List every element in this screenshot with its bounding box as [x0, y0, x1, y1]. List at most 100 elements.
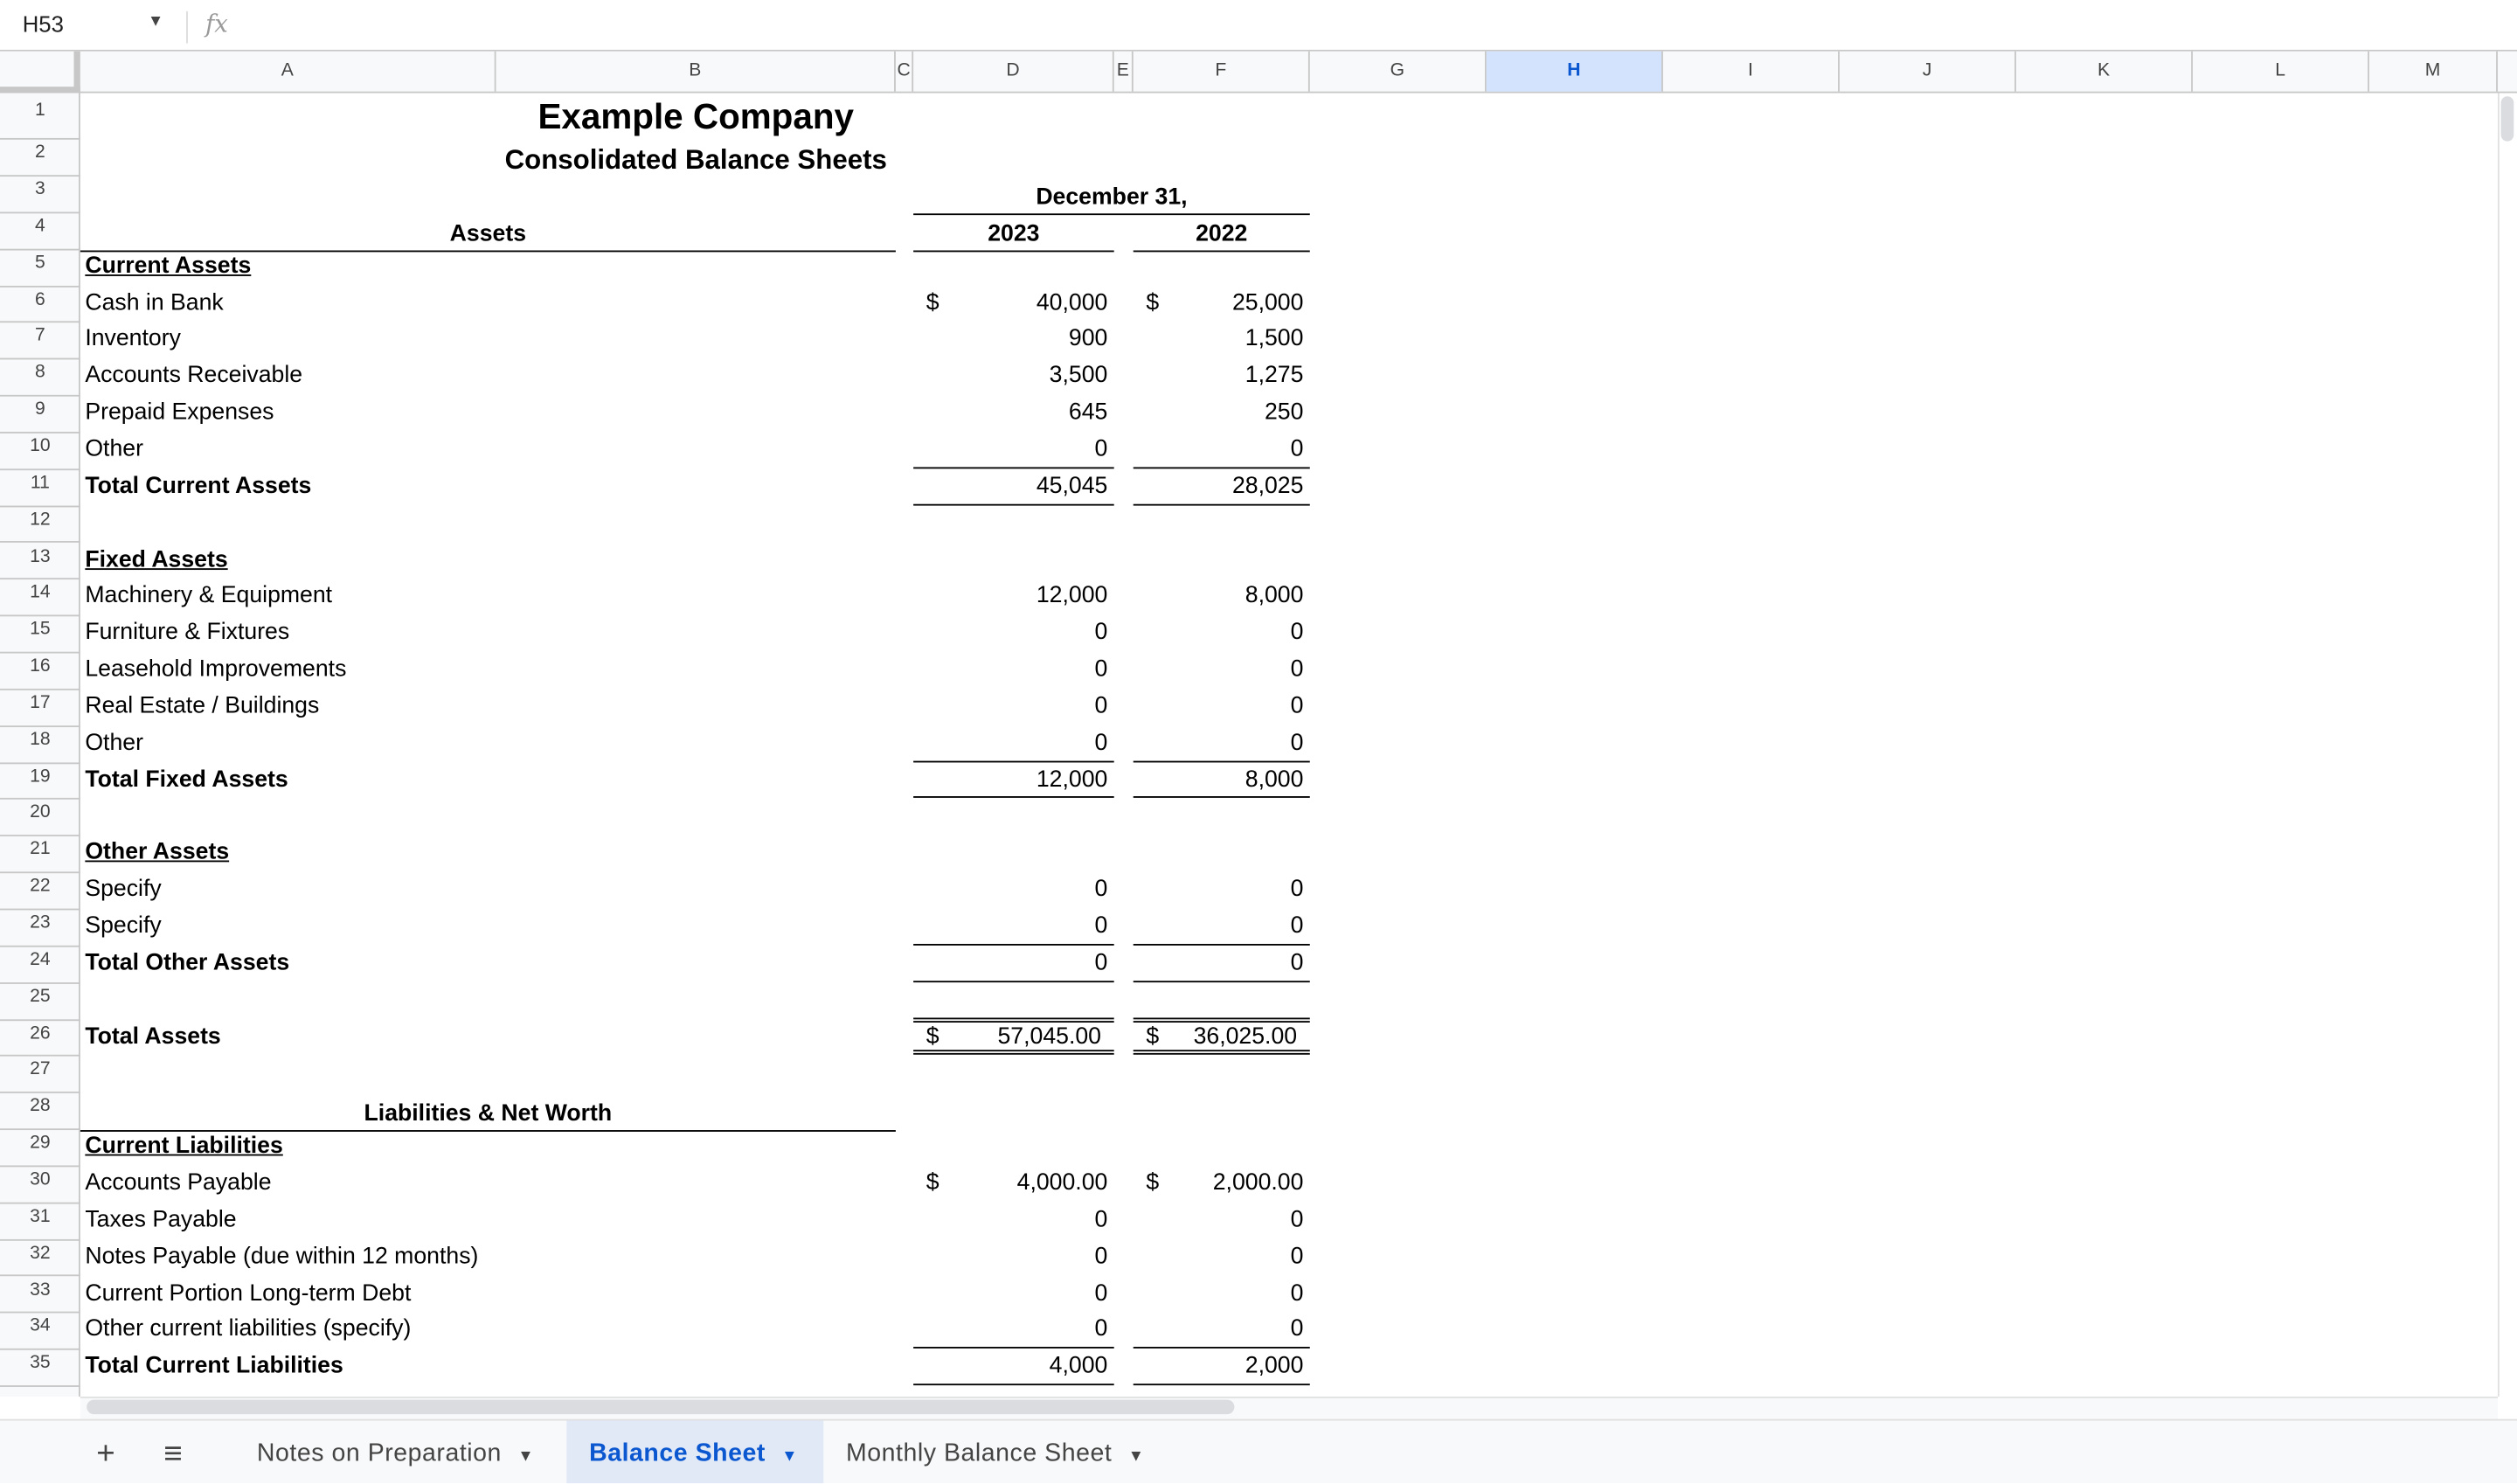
- row-header-27[interactable]: 27: [0, 1057, 80, 1094]
- value-2023[interactable]: 0: [913, 691, 1114, 725]
- value-2023[interactable]: 0: [913, 875, 1114, 908]
- tab-dropdown-icon[interactable]: ▼: [517, 1448, 534, 1466]
- value-2022[interactable]: 1,275: [1134, 362, 1310, 395]
- name-box-dropdown-icon[interactable]: ▼: [148, 13, 163, 31]
- row-label[interactable]: Total Assets: [85, 1020, 887, 1057]
- row-label[interactable]: Accounts Payable: [85, 1167, 887, 1203]
- row-label[interactable]: Other current liabilities (specify): [85, 1314, 887, 1350]
- value-2023[interactable]: 3,500: [913, 362, 1114, 395]
- row-header-3[interactable]: 3: [0, 177, 80, 213]
- row-header-34[interactable]: 34: [0, 1314, 80, 1351]
- value-2023[interactable]: 900: [913, 325, 1114, 358]
- value-2022[interactable]: 2,000: [1133, 1352, 1310, 1386]
- row-label[interactable]: Other: [85, 727, 887, 764]
- row-header-13[interactable]: 13: [0, 544, 80, 580]
- row-header-9[interactable]: 9: [0, 397, 80, 433]
- report-subtitle[interactable]: Consolidated Balance Sheets: [464, 144, 928, 177]
- row-label[interactable]: Total Current Assets: [85, 470, 887, 507]
- row-header-28[interactable]: 28: [0, 1093, 80, 1131]
- row-header-8[interactable]: 8: [0, 360, 80, 397]
- row-header-22[interactable]: 22: [0, 873, 80, 911]
- row-header-20[interactable]: 20: [0, 800, 80, 837]
- value-2023[interactable]: 12,000: [913, 765, 1114, 799]
- row-label[interactable]: Total Fixed Assets: [85, 764, 887, 801]
- row-label[interactable]: Specify: [85, 910, 887, 947]
- column-header-a[interactable]: A: [80, 51, 496, 92]
- value-2023[interactable]: 0: [913, 618, 1114, 651]
- value-2023[interactable]: 0: [913, 1315, 1114, 1349]
- row-header-5[interactable]: 5: [0, 250, 80, 287]
- row-label[interactable]: Machinery & Equipment: [85, 580, 887, 617]
- row-header-11[interactable]: 11: [0, 470, 80, 507]
- row-label[interactable]: Cash in Bank: [85, 287, 887, 323]
- value-2022[interactable]: 0: [1134, 618, 1310, 651]
- row-header-19[interactable]: 19: [0, 764, 80, 801]
- value-2022[interactable]: 0: [1134, 691, 1310, 725]
- year-2023-header[interactable]: 2023: [913, 221, 1114, 253]
- top-border[interactable]: [1133, 1020, 1310, 1023]
- value-2023[interactable]: 0: [913, 1205, 1114, 1238]
- formula-input[interactable]: [257, 11, 2472, 40]
- value-2023[interactable]: 40,000 $: [913, 288, 1114, 322]
- row-label[interactable]: Specify: [85, 873, 887, 910]
- tab-dropdown-icon[interactable]: ▼: [1128, 1448, 1145, 1466]
- assets-heading[interactable]: Assets: [80, 221, 896, 253]
- row-label[interactable]: Total Other Assets: [85, 947, 887, 983]
- row-label[interactable]: Fixed Assets: [85, 544, 887, 580]
- row-header-16[interactable]: 16: [0, 654, 80, 690]
- row-label[interactable]: Real Estate / Buildings: [85, 690, 887, 727]
- row-label[interactable]: Taxes Payable: [85, 1203, 887, 1240]
- row-label[interactable]: Current Portion Long-term Debt: [85, 1277, 887, 1314]
- value-2023[interactable]: 0: [913, 1242, 1114, 1275]
- row-header-7[interactable]: 7: [0, 323, 80, 360]
- row-header-17[interactable]: 17: [0, 690, 80, 727]
- value-2023[interactable]: 57,045.00 $: [913, 1022, 1114, 1056]
- row-label[interactable]: Total Current Liabilities: [85, 1350, 887, 1387]
- value-2023[interactable]: [913, 985, 1114, 1019]
- value-2022[interactable]: 0: [1134, 875, 1310, 908]
- row-header-33[interactable]: 33: [0, 1277, 80, 1314]
- add-sheet-button[interactable]: +: [73, 1421, 137, 1484]
- value-2022[interactable]: 2,000.00 $: [1134, 1168, 1310, 1202]
- cell-grid[interactable]: Example Company Consolidated Balance She…: [80, 94, 2498, 1397]
- row-header-2[interactable]: 2: [0, 140, 80, 177]
- value-2022[interactable]: 0: [1133, 728, 1310, 762]
- row-header-18[interactable]: 18: [0, 727, 80, 764]
- column-header-g[interactable]: G: [1310, 51, 1487, 92]
- row-header-21[interactable]: 21: [0, 836, 80, 874]
- value-2023[interactable]: 0: [913, 728, 1114, 762]
- row-header-35[interactable]: 35: [0, 1350, 80, 1387]
- value-2022[interactable]: 0: [1133, 948, 1310, 982]
- value-2023[interactable]: 0: [913, 1279, 1114, 1312]
- row-label[interactable]: Leasehold Improvements: [85, 654, 887, 690]
- row-label[interactable]: Notes Payable (due within 12 months): [85, 1240, 887, 1277]
- row-header-15[interactable]: 15: [0, 617, 80, 654]
- row-label[interactable]: Accounts Receivable: [85, 360, 887, 397]
- row-label[interactable]: Other Assets: [85, 836, 887, 873]
- row-header-26[interactable]: 26: [0, 1020, 80, 1058]
- name-box[interactable]: H53: [23, 11, 64, 37]
- column-header-j[interactable]: J: [1840, 51, 2016, 92]
- value-2022[interactable]: 0: [1134, 1279, 1310, 1312]
- value-2023[interactable]: 4,000.00 $: [913, 1168, 1114, 1202]
- tab-dropdown-icon[interactable]: ▼: [781, 1448, 798, 1466]
- value-2022[interactable]: 0: [1134, 1205, 1310, 1238]
- value-2022[interactable]: 8,000: [1133, 765, 1310, 799]
- top-border[interactable]: [913, 1020, 1114, 1023]
- row-header-6[interactable]: 6: [0, 287, 80, 323]
- tab-monthly-balance-sheet[interactable]: Monthly Balance Sheet ▼: [823, 1421, 1167, 1484]
- value-2022[interactable]: 0: [1133, 912, 1310, 946]
- row-header-24[interactable]: 24: [0, 947, 80, 984]
- value-2023[interactable]: 0: [913, 435, 1114, 468]
- row-label[interactable]: Prepaid Expenses: [85, 397, 887, 433]
- row-header-10[interactable]: 10: [0, 433, 80, 470]
- column-header-e[interactable]: E: [1114, 51, 1134, 92]
- row-header-31[interactable]: 31: [0, 1203, 80, 1241]
- row-header-30[interactable]: 30: [0, 1167, 80, 1204]
- value-2023[interactable]: 0: [913, 912, 1114, 946]
- column-header-k[interactable]: K: [2016, 51, 2193, 92]
- value-2022[interactable]: 250: [1134, 399, 1310, 432]
- tab-notes-on-preparation[interactable]: Notes on Preparation ▼: [234, 1421, 557, 1484]
- tab-balance-sheet[interactable]: Balance Sheet ▼: [566, 1420, 824, 1484]
- row-header-32[interactable]: 32: [0, 1240, 80, 1278]
